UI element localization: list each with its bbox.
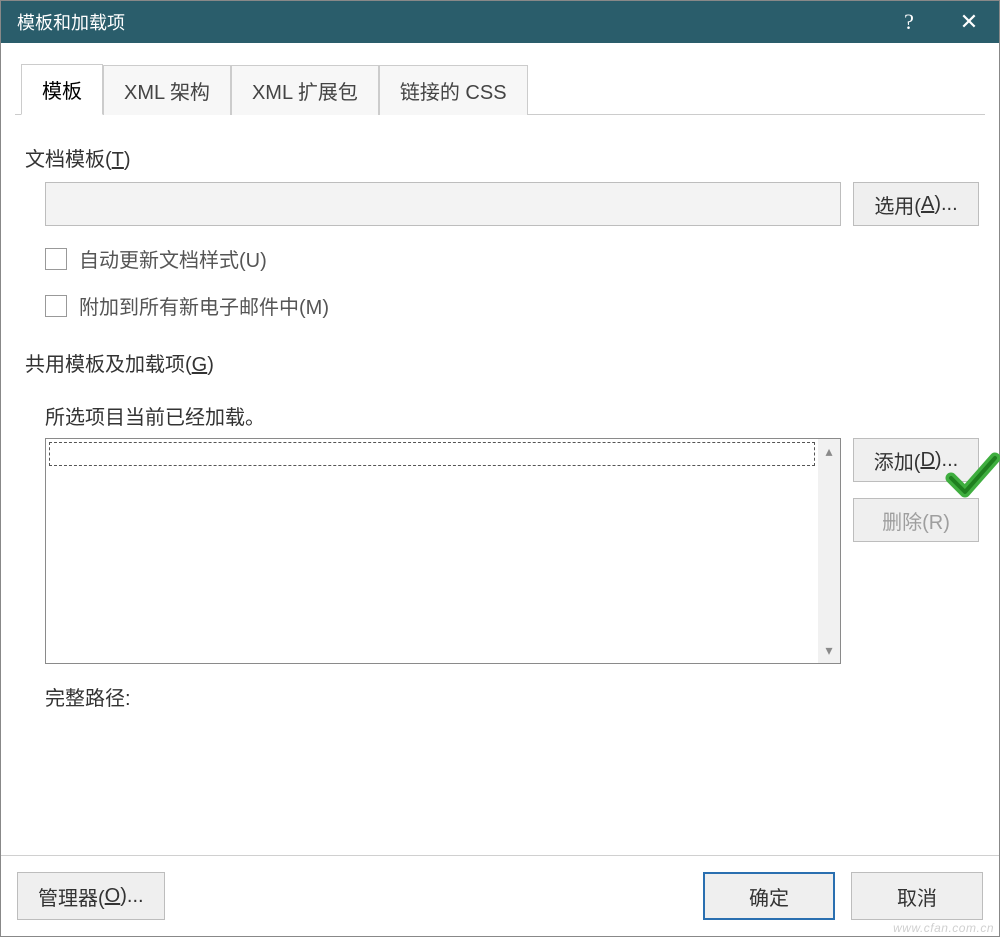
listbox-scrollbar[interactable]: ▴ ▾ [818, 439, 840, 663]
tab-linked-css[interactable]: 链接的 CSS [379, 65, 528, 115]
tab-xml-expansion[interactable]: XML 扩展包 [231, 65, 379, 115]
scroll-up-icon: ▴ [825, 443, 832, 460]
global-templates-listbox[interactable]: ▴ ▾ [45, 438, 841, 664]
document-template-input[interactable] [45, 182, 841, 226]
list-selection-outline [49, 442, 815, 466]
scroll-down-icon: ▾ [825, 642, 832, 659]
watermark-text: www.cfan.com.cn [893, 921, 994, 935]
close-button[interactable]: ✕ [939, 1, 999, 43]
full-path-label: 完整路径: [45, 682, 985, 711]
add-button[interactable]: 添加(D)... [853, 438, 979, 482]
attach-select-button[interactable]: 选用(A)... [853, 182, 979, 226]
dialog-title: 模板和加载项 [17, 9, 125, 35]
tab-xml-schema[interactable]: XML 架构 [103, 65, 231, 115]
attach-all-emails-checkbox[interactable] [45, 295, 67, 317]
help-button[interactable]: ? [879, 1, 939, 43]
dialog-content: 模板 XML 架构 XML 扩展包 链接的 CSS 文档模板(T) 选用(A).… [1, 43, 999, 855]
document-template-group-label: 文档模板(T) [25, 143, 985, 172]
dialog-footer: 管理器(O)... 确定 取消 [1, 855, 999, 936]
attach-all-emails-row: 附加到所有新电子邮件中(M) [45, 291, 985, 320]
organizer-button[interactable]: 管理器(O)... [17, 872, 165, 920]
templates-addins-dialog: 模板和加载项 ? ✕ 模板 XML 架构 XML 扩展包 链接的 CSS 文档模… [0, 0, 1000, 937]
ok-button[interactable]: 确定 [703, 872, 835, 920]
cancel-button[interactable]: 取消 [851, 872, 983, 920]
loaded-items-status: 所选项目当前已经加载。 [45, 401, 985, 430]
auto-update-styles-checkbox[interactable] [45, 248, 67, 270]
attach-all-emails-label: 附加到所有新电子邮件中(M) [79, 291, 329, 320]
auto-update-styles-row: 自动更新文档样式(U) [45, 244, 985, 273]
tab-strip: 模板 XML 架构 XML 扩展包 链接的 CSS [15, 69, 985, 115]
global-templates-group-label: 共用模板及加载项(G) [25, 348, 985, 377]
tab-templates[interactable]: 模板 [21, 64, 103, 115]
remove-button[interactable]: 删除(R) [853, 498, 979, 542]
title-bar: 模板和加载项 ? ✕ [1, 1, 999, 43]
auto-update-styles-label: 自动更新文档样式(U) [79, 244, 267, 273]
